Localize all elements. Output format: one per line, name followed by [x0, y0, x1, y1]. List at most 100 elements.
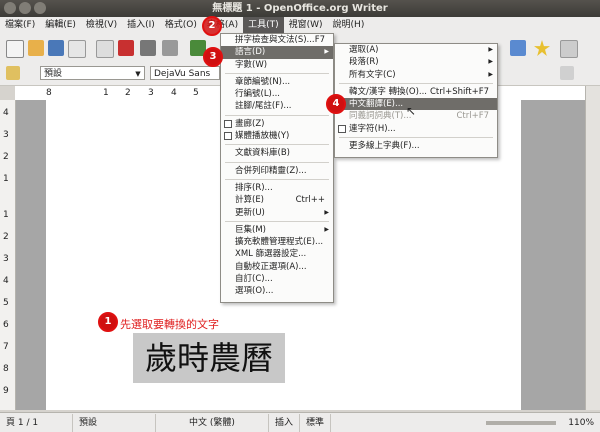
menu-item-calculate[interactable]: 計算(E) Ctrl++: [221, 194, 333, 206]
menu-item-label: 選項(O)...: [235, 286, 274, 297]
print-icon[interactable]: [140, 40, 156, 56]
gallery-star-icon[interactable]: [534, 40, 550, 56]
status-zoom[interactable]: 110%: [562, 414, 600, 432]
status-insert-mode[interactable]: 插入: [269, 413, 301, 432]
menu-item-word-count[interactable]: 字數(W): [221, 59, 333, 71]
menu-item-paragraph[interactable]: 段落(R) ▶: [335, 56, 497, 68]
ruler-tick: 5: [193, 88, 199, 98]
ruler-tick: 2: [3, 232, 9, 242]
status-language[interactable]: 中文 (繁體): [156, 413, 269, 432]
open-icon[interactable]: [28, 40, 44, 56]
ruler-tick: 4: [171, 88, 177, 98]
menu-item-label: 中文翻譯(E)...: [349, 99, 404, 110]
chevron-right-icon: ▶: [488, 46, 493, 53]
menu-item-sort[interactable]: 排序(R)...: [221, 182, 333, 194]
menu-item-media-player[interactable]: 媒體播放機(Y): [221, 130, 333, 142]
status-page: 頁 1 / 1: [0, 413, 73, 432]
mouse-cursor-icon: ↖: [406, 104, 417, 118]
close-window-icon[interactable]: [4, 2, 16, 14]
menu-item-all-text[interactable]: 所有文字(C) ▶: [335, 69, 497, 81]
print-preview-icon[interactable]: [162, 40, 178, 56]
menu-item-label: 更多線上字典(F)...: [349, 141, 420, 152]
menu-item-macros[interactable]: 巨集(M) ▶: [221, 224, 333, 236]
menu-window[interactable]: 視窗(W): [284, 17, 328, 33]
menu-file[interactable]: 檔案(F): [0, 17, 40, 33]
menu-item-more-dictionaries[interactable]: 更多線上字典(F)...: [335, 140, 497, 152]
datasource-icon[interactable]: [560, 40, 578, 58]
menu-shortcut: Ctrl+F7: [456, 111, 489, 122]
status-style[interactable]: 預設: [73, 413, 156, 432]
paragraph-style-select[interactable]: 預設 ▼: [40, 66, 145, 80]
menu-item-mail-merge[interactable]: 合併列印精靈(Z)...: [221, 165, 333, 177]
language-submenu: 選取(A) ▶ 段落(R) ▶ 所有文字(C) ▶ 韓文/漢字 轉換(O)... Ctr…: [334, 43, 498, 158]
menu-item-label: 語言(D): [235, 47, 266, 58]
maximize-window-icon[interactable]: [34, 2, 46, 14]
save-icon[interactable]: [48, 40, 64, 56]
menu-tools[interactable]: 工具(T): [243, 17, 284, 33]
selected-text[interactable]: 歲時農曆: [133, 333, 285, 383]
menu-shortcut: F7: [314, 35, 325, 45]
menu-format[interactable]: 格式(O): [160, 17, 202, 33]
ruler-tick: 5: [3, 298, 9, 308]
menu-item-label: 行編號(L)...: [235, 89, 280, 100]
ruler-tick: 6: [3, 320, 9, 330]
menu-item-label: 韓文/漢字 轉換(O)...: [349, 86, 427, 97]
chevron-right-icon: ▶: [488, 58, 493, 66]
menu-item-outline-numbering[interactable]: 章節編號(N)...: [221, 76, 333, 88]
menu-item-hangul-hanja[interactable]: 韓文/漢字 轉換(O)... Ctrl+Shift+F7: [335, 86, 497, 98]
menu-item-options[interactable]: 選項(O)...: [221, 285, 333, 297]
menu-edit[interactable]: 編輯(E): [40, 17, 81, 33]
menu-item-line-numbering[interactable]: 行編號(L)...: [221, 88, 333, 100]
font-name-select[interactable]: DejaVu Sans: [150, 66, 220, 80]
new-document-icon[interactable]: [6, 40, 24, 58]
menu-item-label: 拼字檢查與文法(S)...: [235, 35, 315, 45]
menu-item-autocorrect[interactable]: 自動校正選項(A)...: [221, 261, 333, 273]
menu-item-extension-manager[interactable]: 擴充軟體管理程式(E)...: [221, 236, 333, 248]
chevron-right-icon: ▶: [488, 70, 493, 78]
ruler-tick: 8: [46, 88, 52, 98]
navigator-icon[interactable]: [510, 40, 526, 56]
ruler-tick: 1: [3, 174, 9, 184]
background-color-icon[interactable]: [560, 66, 574, 80]
menu-item-label: 擴充軟體管理程式(E)...: [235, 237, 324, 248]
checkbox-icon: [224, 132, 232, 141]
menu-insert[interactable]: 插入(I): [122, 17, 160, 33]
menu-item-language[interactable]: 語言(D) ▶: [221, 46, 333, 59]
menu-item-label: 媒體播放機(Y): [235, 131, 290, 142]
ruler-tick: 4: [3, 276, 9, 286]
menu-item-customize[interactable]: 自訂(C)...: [221, 273, 333, 285]
edit-file-icon[interactable]: [96, 40, 114, 58]
menu-item-bibliography[interactable]: 文獻資料庫(B): [221, 147, 333, 159]
menu-bar: 檔案(F) 編輯(E) 檢視(V) 插入(I) 格式(O) 表格(A) 工具(T…: [0, 17, 600, 33]
paragraph-style-value: 預設: [44, 69, 63, 79]
menu-item-spellcheck[interactable]: 拼字檢查與文法(S)... F7: [221, 34, 333, 46]
menu-item-label: 字數(W): [235, 59, 268, 70]
menu-item-gallery[interactable]: 畫廊(Z): [221, 118, 333, 130]
zoom-slider[interactable]: [486, 420, 557, 425]
step-badge-1: 1: [98, 312, 118, 332]
window-controls: [4, 2, 46, 14]
menu-item-label: 選取(A): [349, 45, 379, 55]
vertical-scrollbar[interactable]: [585, 86, 600, 410]
chevron-down-icon: ▼: [135, 70, 141, 78]
menu-item-label: 同義詞詞典(T)...: [349, 111, 412, 122]
menu-item-xml-filter[interactable]: XML 篩選器設定...: [221, 248, 333, 260]
minimize-window-icon[interactable]: [19, 2, 31, 14]
menu-separator: [225, 144, 329, 146]
menu-item-footnotes[interactable]: 註腳/尾註(F)...: [221, 100, 333, 112]
chevron-right-icon: ▶: [324, 225, 329, 233]
export-pdf-icon[interactable]: [118, 40, 134, 56]
styles-icon[interactable]: [6, 66, 20, 80]
menu-item-selection[interactable]: 選取(A) ▶: [335, 44, 497, 56]
status-bar: 頁 1 / 1 預設 中文 (繁體) 插入 標準 110%: [0, 412, 600, 432]
checkbox-icon: [338, 124, 346, 133]
email-icon[interactable]: [68, 40, 86, 58]
menu-item-hyphenation[interactable]: 連字符(H)...: [335, 123, 497, 135]
menu-help[interactable]: 說明(H): [328, 17, 370, 33]
title-bar: 無標題 1 - OpenOffice.org Writer: [0, 0, 600, 17]
menu-item-update[interactable]: 更新(U) ▶: [221, 207, 333, 219]
menu-view[interactable]: 檢視(V): [81, 17, 122, 33]
menu-item-label: 計算(E): [235, 195, 265, 206]
menu-item-label: 文獻資料庫(B): [235, 148, 290, 159]
status-selection-mode[interactable]: 標準: [300, 413, 332, 432]
